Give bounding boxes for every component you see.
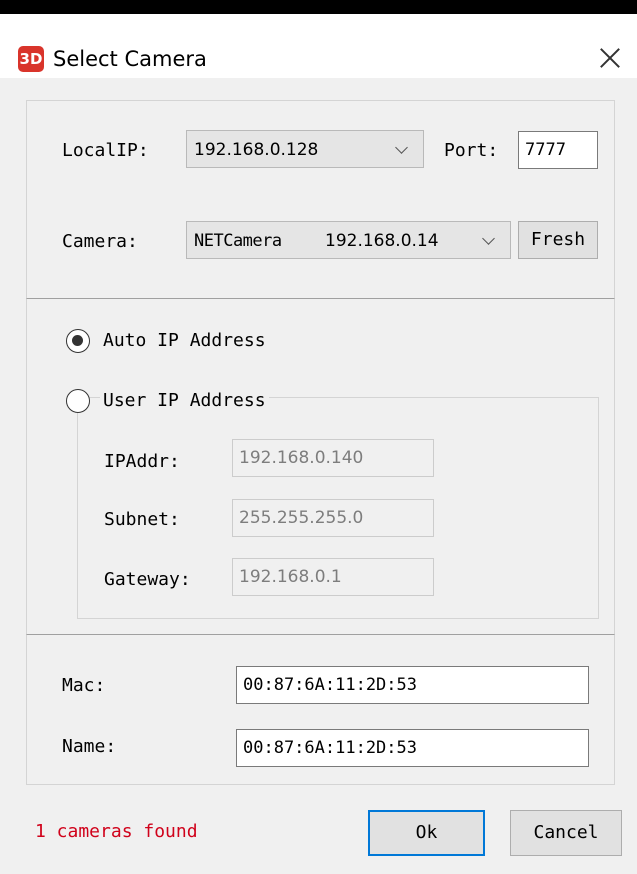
- chevron-down-icon: [395, 141, 408, 154]
- window-top-border: [0, 0, 637, 14]
- name-input[interactable]: 00:87:6A:11:2D:53: [236, 729, 589, 767]
- user-ip-radio[interactable]: [66, 389, 90, 413]
- subnet-input[interactable]: 255.255.255.0: [232, 499, 434, 537]
- camera-ip-value: 192.168.0.14: [325, 231, 439, 251]
- camera-name-value: NETCamera: [194, 231, 282, 251]
- localip-value: 192.168.0.128: [194, 140, 319, 160]
- status-text: 1 cameras found: [35, 821, 198, 842]
- auto-ip-radio[interactable]: [66, 329, 90, 353]
- fresh-button[interactable]: Fresh: [518, 221, 598, 259]
- ipaddr-input[interactable]: 192.168.0.140: [232, 439, 434, 477]
- localip-select[interactable]: 192.168.0.128: [186, 130, 424, 168]
- title-bar[interactable]: 3D Select Camera: [0, 14, 637, 78]
- name-label: Name:: [62, 736, 117, 757]
- auto-ip-label[interactable]: Auto IP Address: [103, 329, 266, 353]
- mac-input[interactable]: 00:87:6A:11:2D:53: [236, 666, 589, 704]
- window-title: Select Camera: [53, 47, 207, 71]
- camera-label: Camera:: [62, 231, 138, 252]
- port-input[interactable]: 7777: [518, 131, 598, 169]
- camera-select[interactable]: NETCamera 192.168.0.14: [186, 221, 511, 259]
- subnet-label: Subnet:: [104, 509, 180, 530]
- ipaddr-label: IPAddr:: [104, 451, 180, 472]
- gateway-label: Gateway:: [104, 569, 191, 590]
- localip-label: LocalIP:: [62, 140, 149, 161]
- user-ip-label[interactable]: User IP Address: [100, 389, 269, 413]
- cancel-button[interactable]: Cancel: [510, 810, 622, 856]
- close-button[interactable]: [594, 42, 626, 74]
- gateway-input[interactable]: 192.168.0.1: [232, 558, 434, 596]
- chevron-down-icon: [482, 232, 495, 245]
- port-label: Port:: [444, 140, 499, 161]
- ok-button[interactable]: Ok: [368, 810, 485, 856]
- mac-label: Mac:: [62, 675, 106, 696]
- app-logo-icon: 3D: [18, 46, 44, 72]
